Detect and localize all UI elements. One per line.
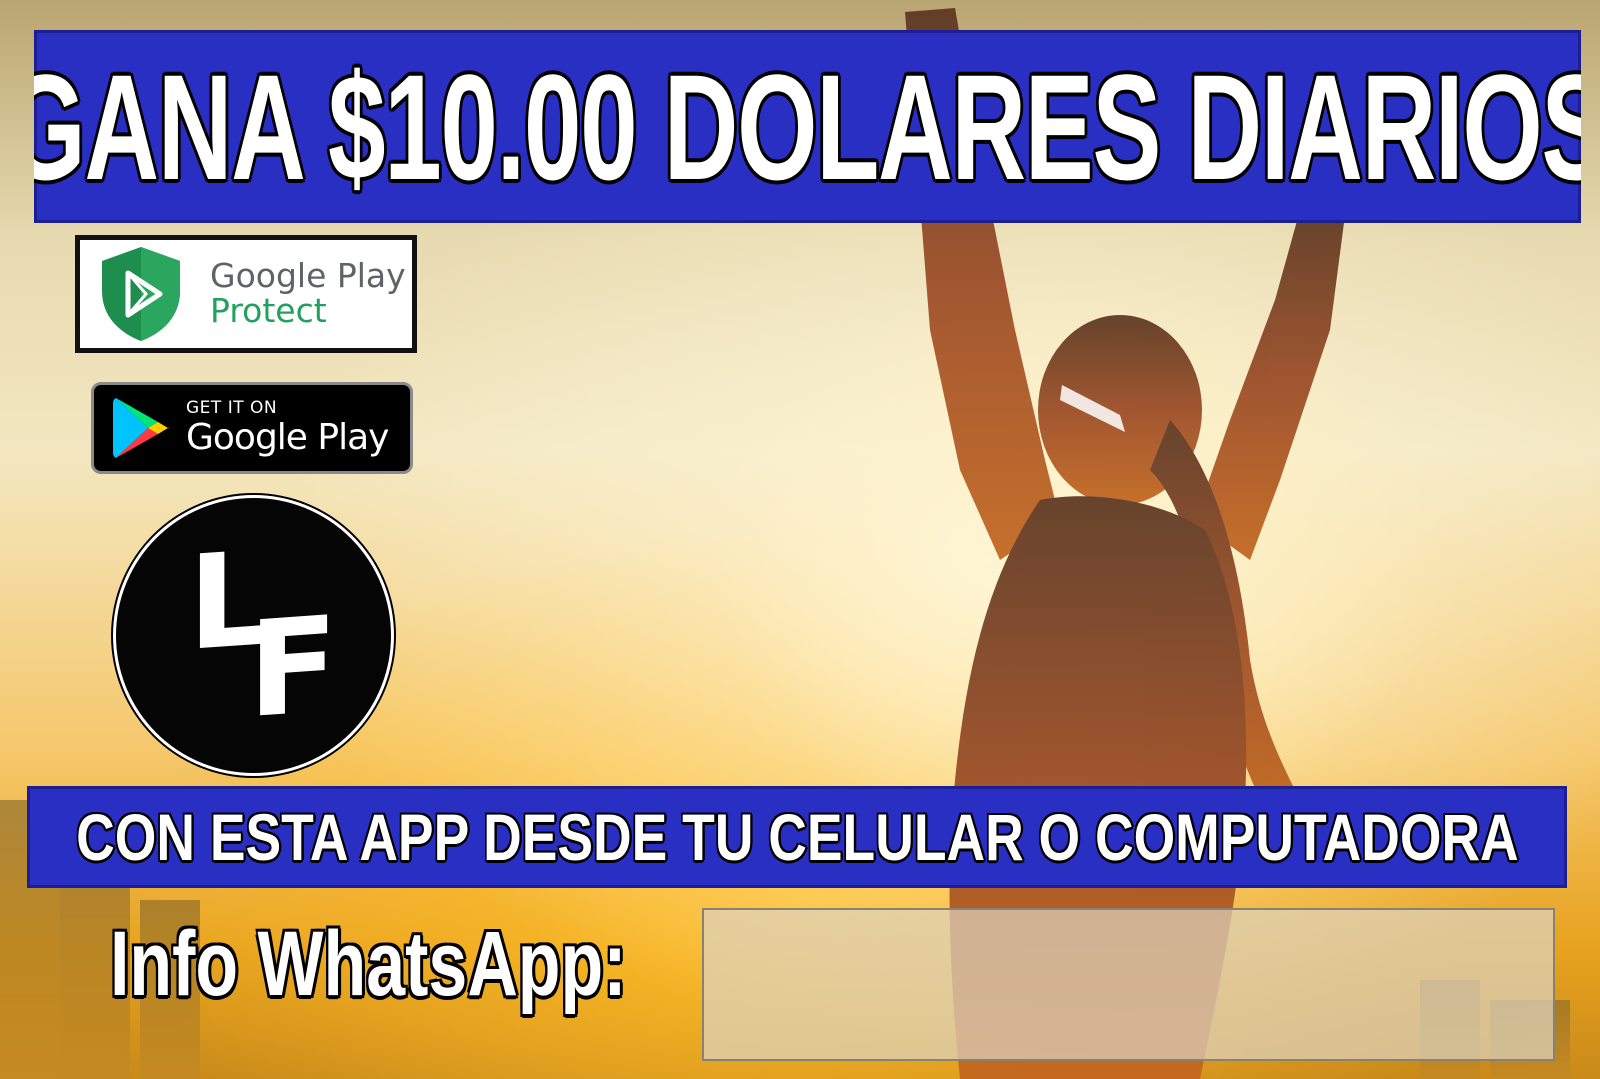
headline-banner: GANA $10.00 DOLARES DIARIOS	[34, 30, 1581, 223]
whatsapp-number-box	[702, 908, 1555, 1061]
google-play-protect-badge: Google Play Protect	[75, 235, 417, 353]
subline-text: CON ESTA APP DESDE TU CELULAR O COMPUTAD…	[75, 800, 1519, 874]
get-it-on-google-play-badge[interactable]: GET IT ON Google Play	[91, 382, 413, 474]
getit-line1: GET IT ON	[186, 397, 278, 418]
protect-line2: Protect	[210, 291, 327, 330]
getit-line2: Google Play	[186, 416, 389, 458]
protect-text: Google Play Protect	[210, 259, 406, 328]
subline-banner: CON ESTA APP DESDE TU CELULAR O COMPUTAD…	[27, 786, 1567, 888]
logo-letter-f: F	[248, 587, 339, 749]
poster: GANA $10.00 DOLARES DIARIOS Google Play …	[0, 0, 1600, 1079]
whatsapp-info-label: Info WhatsApp:	[110, 913, 627, 1015]
lf-logo: L F	[113, 495, 394, 776]
getit-text: GET IT ON Google Play	[186, 397, 389, 458]
play-protect-shield-icon	[102, 247, 180, 341]
headline-text: GANA $10.00 DOLARES DIARIOS	[34, 42, 1581, 211]
google-play-logo-icon	[113, 398, 170, 458]
protect-line1: Google Play	[210, 256, 406, 296]
